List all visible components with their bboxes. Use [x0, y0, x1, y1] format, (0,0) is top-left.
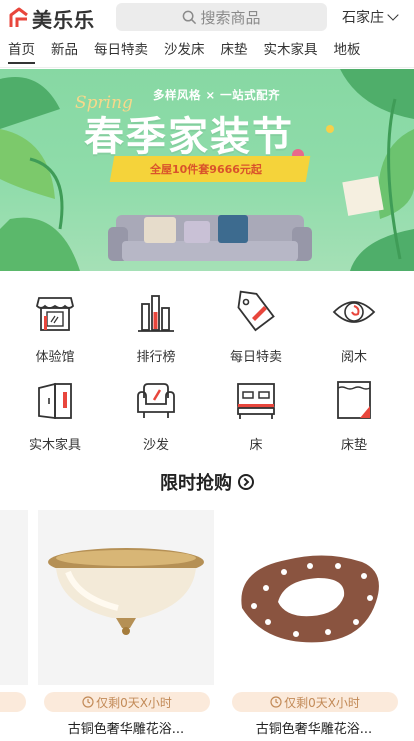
category-daily-sale[interactable]: 每日特卖 — [216, 284, 296, 366]
promo-banner[interactable]: Spring 多样风格 × 一站式配齐 春季家装节 全屋10件套9666元起 — [0, 69, 414, 271]
product-card-partial[interactable] — [0, 510, 28, 685]
product-title[interactable]: 古铜色奢华雕花浴... — [38, 718, 214, 737]
product-timer: 仅剩0天X小时 — [232, 692, 398, 712]
clock-icon — [82, 696, 94, 708]
bed-icon — [237, 383, 275, 419]
category-yuemu[interactable]: 阅木 — [314, 284, 394, 366]
category-label: 实木家具 — [28, 438, 81, 453]
product-image — [226, 510, 402, 685]
tab-daily-sale[interactable]: 每日特卖 — [86, 36, 156, 67]
sofa-image — [108, 215, 312, 261]
city-label: 石家庄 — [342, 10, 384, 26]
category-label: 床垫 — [340, 438, 367, 453]
toilet-seat-cover-image — [241, 555, 379, 643]
product-image — [38, 510, 214, 685]
tab-home[interactable]: 首页 — [0, 36, 43, 67]
top-header: 美乐乐 搜索商品 石家庄 — [0, 0, 414, 36]
tab-sofa-bed[interactable]: 沙发床 — [156, 36, 213, 67]
mattress-icon — [337, 381, 371, 419]
logo[interactable]: 美乐乐 — [8, 4, 106, 33]
category-solid-wood[interactable]: 实木家具 — [15, 372, 95, 454]
logo-mark-icon — [8, 7, 30, 29]
category-nav: 首页 新品 每日特卖 沙发床 床垫 实木家具 地板 — [0, 36, 414, 68]
clock-icon — [270, 696, 282, 708]
product-card[interactable]: 仅剩0天X小时 古铜色奢华雕花浴... — [38, 510, 214, 741]
chevron-down-icon — [387, 9, 399, 21]
category-label: 沙发 — [142, 438, 169, 453]
flash-sale-header[interactable]: 限时抢购 — [0, 470, 414, 494]
eye-icon — [332, 301, 376, 323]
category-mattress[interactable]: 床垫 — [314, 372, 394, 454]
banner-title: 春季家装节 — [84, 114, 294, 160]
product-timer: 仅剩0天X小时 — [44, 692, 210, 712]
search-icon — [183, 10, 197, 24]
timer-text: 仅剩0天X小时 — [96, 695, 172, 710]
category-label: 阅木 — [340, 350, 367, 365]
product-card[interactable]: 仅剩0天X小时 古铜色奢华雕花浴... — [226, 510, 402, 741]
product-timer-partial — [0, 692, 26, 712]
tab-flooring[interactable]: 地板 — [326, 36, 369, 67]
armchair-icon — [137, 383, 175, 418]
category-label: 体验馆 — [35, 350, 75, 365]
tab-mattress[interactable]: 床垫 — [213, 36, 256, 67]
category-label: 每日特卖 — [229, 350, 282, 365]
ranking-icon — [138, 295, 174, 332]
tab-new[interactable]: 新品 — [43, 36, 86, 67]
timer-text: 仅剩0天X小时 — [284, 695, 360, 710]
arrow-right-circle-icon — [238, 474, 254, 490]
category-ranking[interactable]: 排行榜 — [116, 284, 196, 366]
price-tag-icon — [237, 290, 275, 332]
banner-subtitle: 多样风格 × 一站式配齐 — [153, 88, 281, 102]
product-title[interactable]: 古铜色奢华雕花浴... — [226, 718, 402, 737]
wardrobe-icon — [38, 382, 72, 420]
category-label: 排行榜 — [136, 350, 176, 365]
search-input[interactable]: 搜索商品 — [116, 3, 327, 31]
ceiling-lamp-image — [48, 548, 204, 635]
logo-text: 美乐乐 — [32, 7, 95, 32]
category-label: 床 — [249, 438, 263, 453]
flash-sale-title: 限时抢购 — [160, 473, 232, 494]
city-selector[interactable]: 石家庄 — [342, 7, 399, 27]
banner-promo: 全屋10件套9666元起 — [150, 163, 262, 176]
store-icon — [36, 297, 74, 331]
category-experience-hall[interactable]: 体验馆 — [15, 284, 95, 366]
category-bed[interactable]: 床 — [216, 372, 296, 454]
tab-solid-wood[interactable]: 实木家具 — [256, 36, 326, 67]
search-placeholder: 搜索商品 — [200, 8, 261, 27]
category-sofa[interactable]: 沙发 — [116, 372, 196, 454]
